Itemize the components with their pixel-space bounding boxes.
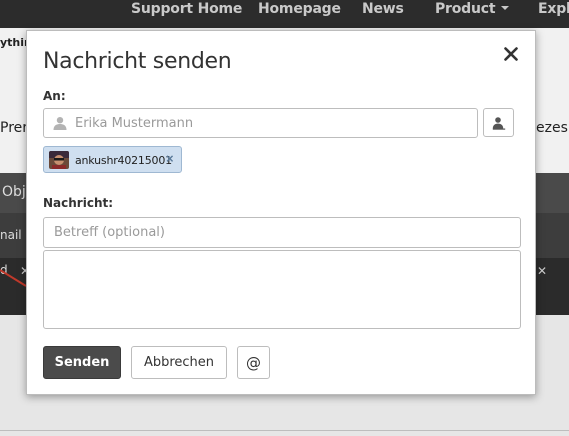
send-button[interactable]: Senden [43, 346, 121, 379]
dialog-title: Nachricht senden [43, 49, 232, 74]
recipient-input[interactable]: Erika Mustermann [43, 108, 478, 138]
top-navigation: Support Home Homepage News Product Explo [0, 0, 569, 28]
nav-explore[interactable]: Explo [538, 1, 569, 17]
nav-homepage[interactable]: Homepage [258, 1, 341, 17]
send-message-dialog: Nachricht senden An: Erika Mustermann an… [26, 30, 536, 395]
divider [0, 430, 569, 431]
background-close-icon: ✕ [537, 264, 547, 278]
background-text: nail [0, 228, 22, 242]
nav-product-label: Product [435, 1, 496, 17]
chip-remove-icon[interactable]: × [166, 151, 174, 166]
nav-support-home[interactable]: Support Home [131, 1, 242, 17]
recipient-placeholder: Erika Mustermann [75, 116, 194, 131]
to-label: An: [43, 89, 66, 103]
message-label: Nachricht: [43, 196, 114, 210]
cancel-button[interactable]: Abbrechen [131, 346, 227, 379]
nav-product[interactable]: Product [435, 1, 510, 17]
address-book-icon [492, 116, 505, 130]
person-icon [53, 117, 67, 130]
recipient-chip: ankushr40215001 × [43, 146, 182, 173]
recipient-chip-label: ankushr40215001 [75, 154, 172, 167]
background-text: Obj [2, 184, 26, 200]
nav-news[interactable]: News [362, 1, 404, 17]
avatar [49, 151, 69, 169]
address-book-button[interactable] [483, 108, 514, 137]
chevron-down-icon [501, 6, 510, 10]
subject-input[interactable]: Betreff (optional) [43, 217, 521, 248]
close-button[interactable] [501, 44, 521, 64]
close-icon [504, 47, 518, 61]
message-body-textarea[interactable] [43, 250, 521, 329]
subject-placeholder: Betreff (optional) [54, 225, 165, 240]
background-text: ezes. [536, 120, 569, 136]
mention-button[interactable]: @ [237, 346, 270, 379]
